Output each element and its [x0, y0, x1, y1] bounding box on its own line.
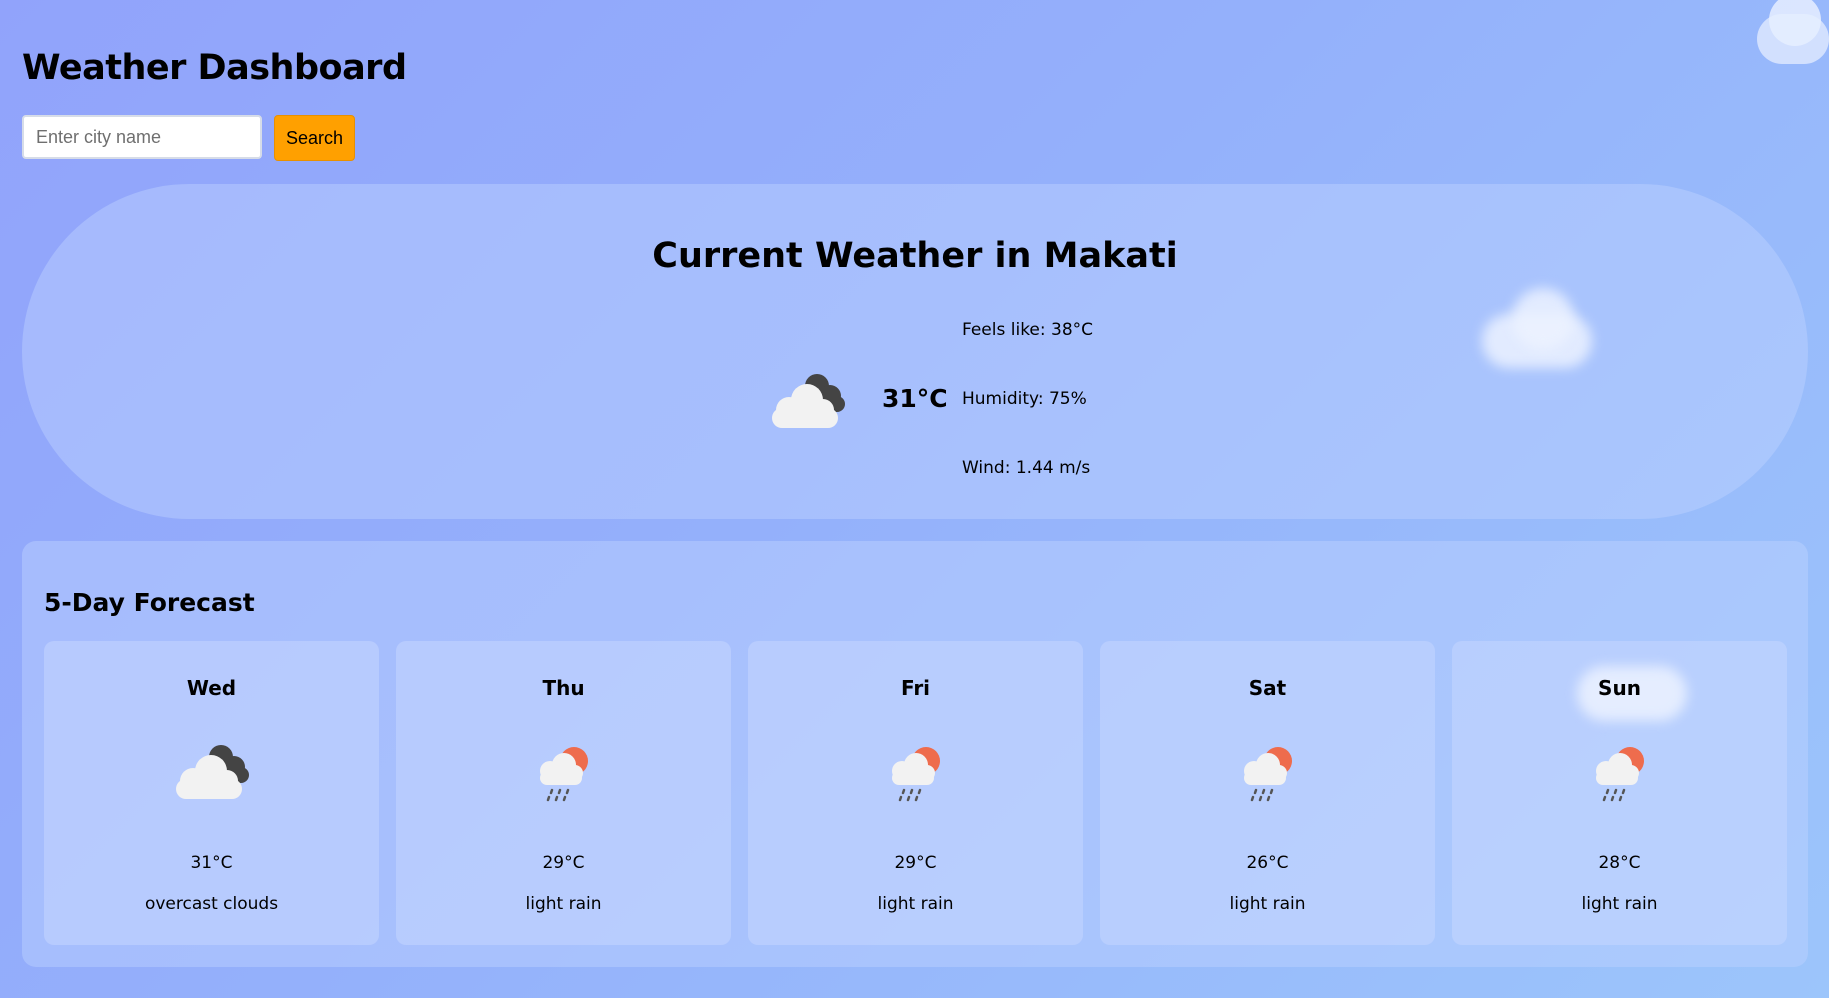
forecast-card: Sun 28°C light rain — [1452, 641, 1787, 945]
light-rain-icon — [1588, 741, 1652, 809]
overcast-clouds-icon — [767, 370, 849, 434]
wind-text: Wind: 1.44 m/s — [962, 458, 1091, 478]
city-search-input[interactable] — [22, 115, 262, 159]
forecast-temperature: 29°C — [542, 853, 585, 873]
forecast-card: Wed 31°C overcast clouds — [44, 641, 379, 945]
forecast-day: Sun — [1598, 676, 1641, 700]
light-rain-icon — [884, 741, 948, 809]
forecast-day: Sat — [1248, 676, 1287, 700]
forecast-description: light rain — [877, 894, 954, 914]
forecast-temperature: 28°C — [1598, 853, 1641, 873]
decorative-cloud — [1512, 288, 1574, 350]
light-rain-icon — [1236, 741, 1300, 809]
humidity-text: Humidity: 75% — [962, 389, 1087, 409]
search-bar: Search — [22, 115, 356, 161]
current-temperature: 31°C — [882, 384, 948, 413]
forecast-list: Wed 31°C overcast clouds Thu 29°C light … — [44, 641, 1787, 945]
current-weather-card: Current Weather in Makati 31°C Feels lik… — [22, 184, 1808, 519]
forecast-description: light rain — [1581, 894, 1658, 914]
forecast-temperature: 31°C — [190, 853, 233, 873]
decorative-cloud — [1749, 0, 1829, 70]
forecast-title: 5-Day Forecast — [44, 588, 255, 617]
forecast-card: Fri 29°C light rain — [748, 641, 1083, 945]
forecast-day: Thu — [542, 676, 585, 700]
forecast-description: light rain — [525, 894, 602, 914]
forecast-day: Wed — [186, 676, 237, 700]
forecast-description: light rain — [1229, 894, 1306, 914]
current-weather-title: Current Weather in Makati — [652, 236, 1178, 276]
search-button[interactable]: Search — [274, 115, 356, 161]
forecast-card: Thu 29°C light rain — [396, 641, 731, 945]
feels-like-text: Feels like: 38°C — [962, 320, 1094, 340]
forecast-day: Fri — [900, 676, 931, 700]
forecast-temperature: 29°C — [894, 853, 937, 873]
forecast-panel: 5-Day Forecast Wed 31°C overcast clouds — [22, 541, 1808, 967]
overcast-clouds-icon — [171, 741, 253, 805]
forecast-card: Sat 26°C light rain — [1100, 641, 1435, 945]
light-rain-icon — [532, 741, 596, 809]
forecast-temperature: 26°C — [1246, 853, 1289, 873]
page-title: Weather Dashboard — [22, 48, 407, 88]
forecast-description: overcast clouds — [144, 894, 279, 914]
